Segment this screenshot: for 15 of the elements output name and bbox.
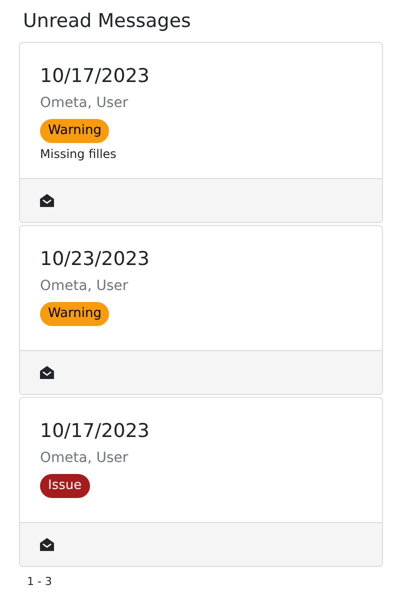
sender-name: Ometa, User	[40, 449, 128, 468]
message-text: Missing filles	[40, 146, 116, 162]
status-badge: Warning	[40, 119, 110, 143]
pagination-range: 1 - 3	[27, 575, 53, 588]
message-date: 10/23/2023	[40, 247, 150, 272]
status-badge: Warning	[40, 302, 110, 326]
open-envelope-icon[interactable]	[40, 538, 54, 551]
sender-name: Ometa, User	[40, 277, 128, 296]
status-badge: Issue	[40, 474, 90, 498]
open-envelope-icon[interactable]	[40, 194, 54, 207]
page-title: Unread Messages	[23, 9, 192, 34]
message-date: 10/17/2023	[40, 64, 150, 89]
message-date: 10/17/2023	[40, 419, 150, 444]
sender-name: Ometa, User	[40, 94, 128, 113]
open-envelope-icon[interactable]	[40, 366, 54, 379]
